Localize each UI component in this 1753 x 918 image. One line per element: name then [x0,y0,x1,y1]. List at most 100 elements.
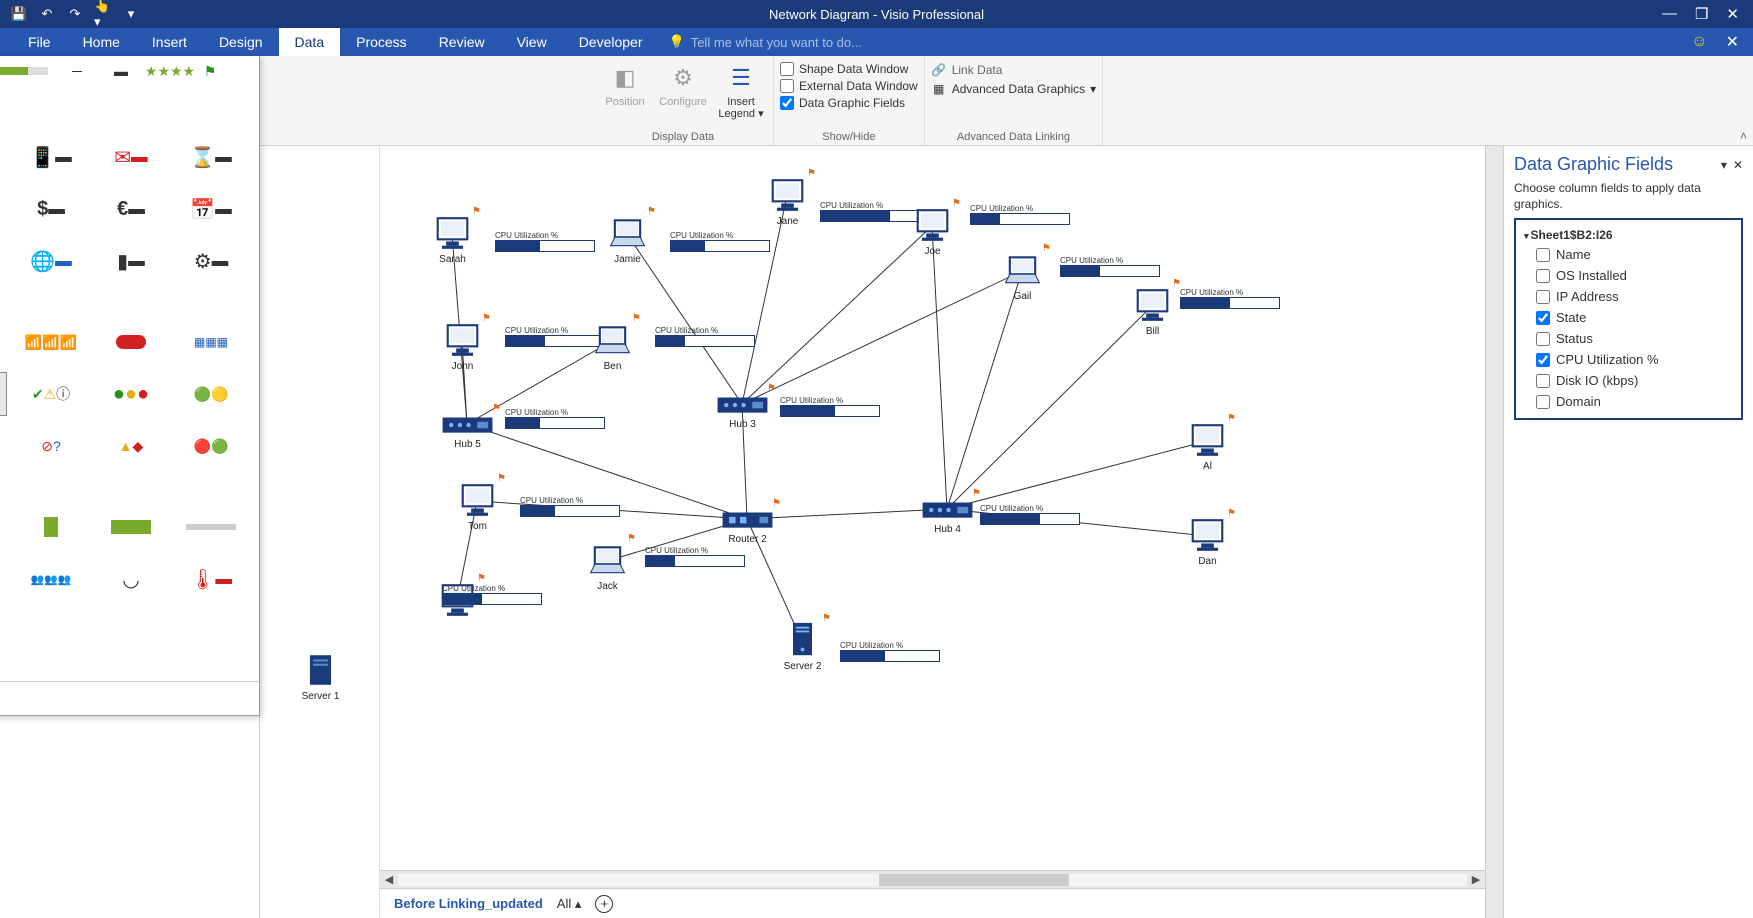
databar-chip[interactable]: ▬ [101,62,141,80]
node-jamie[interactable]: ⚑Jamie [605,214,650,265]
databar-gauge[interactable]: ◡ [95,557,167,601]
scroll-left-icon[interactable]: ◀ [380,873,398,886]
collapse-ribbon-icon[interactable]: ˄ [1740,129,1747,143]
diagram-canvas[interactable]: ⚑SarahCPU Utilization %⚑JamieCPU Utiliza… [380,146,1485,870]
node-router2[interactable]: ⚑Router 2 [720,506,775,545]
iconset-grid[interactable]: ▦▦▦ [175,320,247,364]
field-name[interactable]: Name [1520,244,1737,265]
save-icon[interactable]: 💾 [10,5,28,23]
iconset-traffic[interactable]: 🟢🟡 [175,372,247,416]
scroll-thumb[interactable] [879,874,1069,886]
qat-customize-icon[interactable]: ▾ [122,5,140,23]
callout-hourglass-option[interactable]: ⌛▬ [175,135,247,179]
node-hub5[interactable]: ⚑Hub 5 [440,411,495,450]
callout-dollar-option[interactable]: $▬ [15,187,87,231]
databar-stars[interactable]: ★★★★ [0,557,7,601]
menu-view[interactable]: View [501,28,563,56]
menu-file[interactable]: File [12,28,67,56]
close-icon[interactable]: ✕ [1726,5,1739,23]
vertical-scrollbar[interactable] [1485,146,1503,918]
check-external-data-window[interactable]: External Data Window [780,79,918,93]
callout-bar-option[interactable] [0,135,7,179]
progress-chip[interactable] [0,62,53,80]
iconset-flags2[interactable]: ⚑⚑ [0,424,7,468]
insert-legend-button[interactable]: ☰ Insert Legend ▾ [715,60,767,120]
stars-chip[interactable]: ★★★★ [145,62,195,80]
iconset-circles[interactable]: ●●● [95,372,167,416]
iconset-wifi[interactable]: 📶📶📶 [15,320,87,364]
node-hub4[interactable]: ⚑Hub 4 [920,496,975,535]
databar-5[interactable] [175,505,247,549]
field-domain[interactable]: Domain [1520,391,1737,412]
iconset-thumbs[interactable]: 👍👎 [0,320,7,364]
node-tom[interactable]: ⚑Tom [455,481,500,532]
link-data-button[interactable]: 🔗 Link Data [931,62,1096,78]
callout-planet-option[interactable]: 🌐▬ [15,239,87,283]
field-os-installed[interactable]: OS Installed [1520,265,1737,286]
databar-thermo[interactable]: 🌡▬ [175,557,247,601]
menu-home[interactable]: Home [67,28,136,56]
node-sarah[interactable]: ⚑Sarah [430,214,475,265]
horizontal-scrollbar[interactable]: ◀ ▶ [380,870,1485,888]
panel-menu-icon[interactable]: ▾ [1721,158,1727,172]
node-jane[interactable]: ⚑Jane [765,176,810,227]
node-dan[interactable]: ⚑Dan [1185,516,1230,567]
panel-close-icon[interactable]: ✕ [1733,158,1743,172]
menu-design[interactable]: Design [203,28,279,56]
callout-gear-option[interactable]: ⚙▬ [175,239,247,283]
node-gail[interactable]: ⚑Gail [1000,251,1045,302]
add-sheet-button[interactable]: + [595,895,613,913]
color-blues[interactable] [0,638,7,674]
node-john[interactable]: ⚑John [440,321,485,372]
touch-mode-icon[interactable]: 👆▾ [94,5,112,23]
data-graphics-dropdown[interactable]: ⚑ ⚑ ⚑ — ▬ ★★★★ ⚑ ⚑ Callout ▬ ▬ 📱▬ [0,56,260,716]
node-jack[interactable]: ⚑Jack [585,541,630,592]
tell-me-search[interactable]: 💡 Tell me what you want to do... [669,28,862,56]
menu-data[interactable]: Data [279,28,341,56]
sheet-all-button[interactable]: All ▴ [557,896,582,912]
callout-database-option[interactable]: 🗄▬ [0,239,7,283]
redo-icon[interactable]: ↷ [66,5,84,23]
callout-calendar-option[interactable]: 📅▬ [175,187,247,231]
check-data-graphic-fields[interactable]: Data Graphic Fields [780,96,918,110]
menu-review[interactable]: Review [423,28,501,56]
iconset-signs[interactable]: ✔⚠ⓘ [15,372,87,416]
callout-pin-option[interactable]: 📍▬ [0,187,7,231]
node-server1[interactable]: Server 1 [298,651,343,702]
menu-process[interactable]: Process [340,28,423,56]
field-status[interactable]: Status [1520,328,1737,349]
restore-icon[interactable]: ❐ [1695,5,1708,23]
callout-server-option[interactable]: ▮▬ [95,239,167,283]
callout-phone-option[interactable]: 📱▬ [15,135,87,179]
menu-developer[interactable]: Developer [563,28,659,56]
iconset-flags[interactable]: ⚑⚑⚑ [0,372,7,416]
databar-2[interactable] [0,505,7,549]
field-cpu-utilization-[interactable]: CPU Utilization % [1520,349,1737,370]
close-subwindow-icon[interactable]: ✕ [1726,32,1739,52]
sheet-tab-active[interactable]: Before Linking_updated [394,896,543,911]
smiley-icon[interactable]: ☺ [1691,33,1707,51]
databar-3[interactable] [15,505,87,549]
iconset-traffic2[interactable]: 🔴🟢 [175,424,247,468]
field-ip-address[interactable]: IP Address [1520,286,1737,307]
node-joe[interactable]: ⚑Joe [910,206,955,257]
field-disk-io-kbps-[interactable]: Disk IO (kbps) [1520,370,1737,391]
databar-people[interactable]: 👥👥👥 [15,557,87,601]
node-hub3[interactable]: ⚑Hub 3 [715,391,770,430]
iconset-stop[interactable]: ⊘? [15,424,87,468]
databar-4[interactable] [95,505,167,549]
more-data-graphics-button[interactable]: ▦ More Data Graphics [0,681,259,715]
fields-source[interactable]: Sheet1$B2:I26 [1520,226,1737,244]
callout-euro-option[interactable]: €▬ [95,187,167,231]
scroll-right-icon[interactable]: ▶ [1467,873,1485,886]
node-bill[interactable]: ⚑Bill [1130,286,1175,337]
field-state[interactable]: State [1520,307,1737,328]
iconset-shapes[interactable]: ▲◆ [95,424,167,468]
flag-green2-icon[interactable]: ⚑ [199,62,221,80]
check-shape-data-window[interactable]: Shape Data Window [780,62,918,76]
menu-insert[interactable]: Insert [136,28,203,56]
text-chip[interactable]: — [57,62,97,80]
undo-icon[interactable]: ↶ [38,5,56,23]
node-al[interactable]: ⚑Al [1185,421,1230,472]
callout-mail-option[interactable]: ✉▬ [95,135,167,179]
